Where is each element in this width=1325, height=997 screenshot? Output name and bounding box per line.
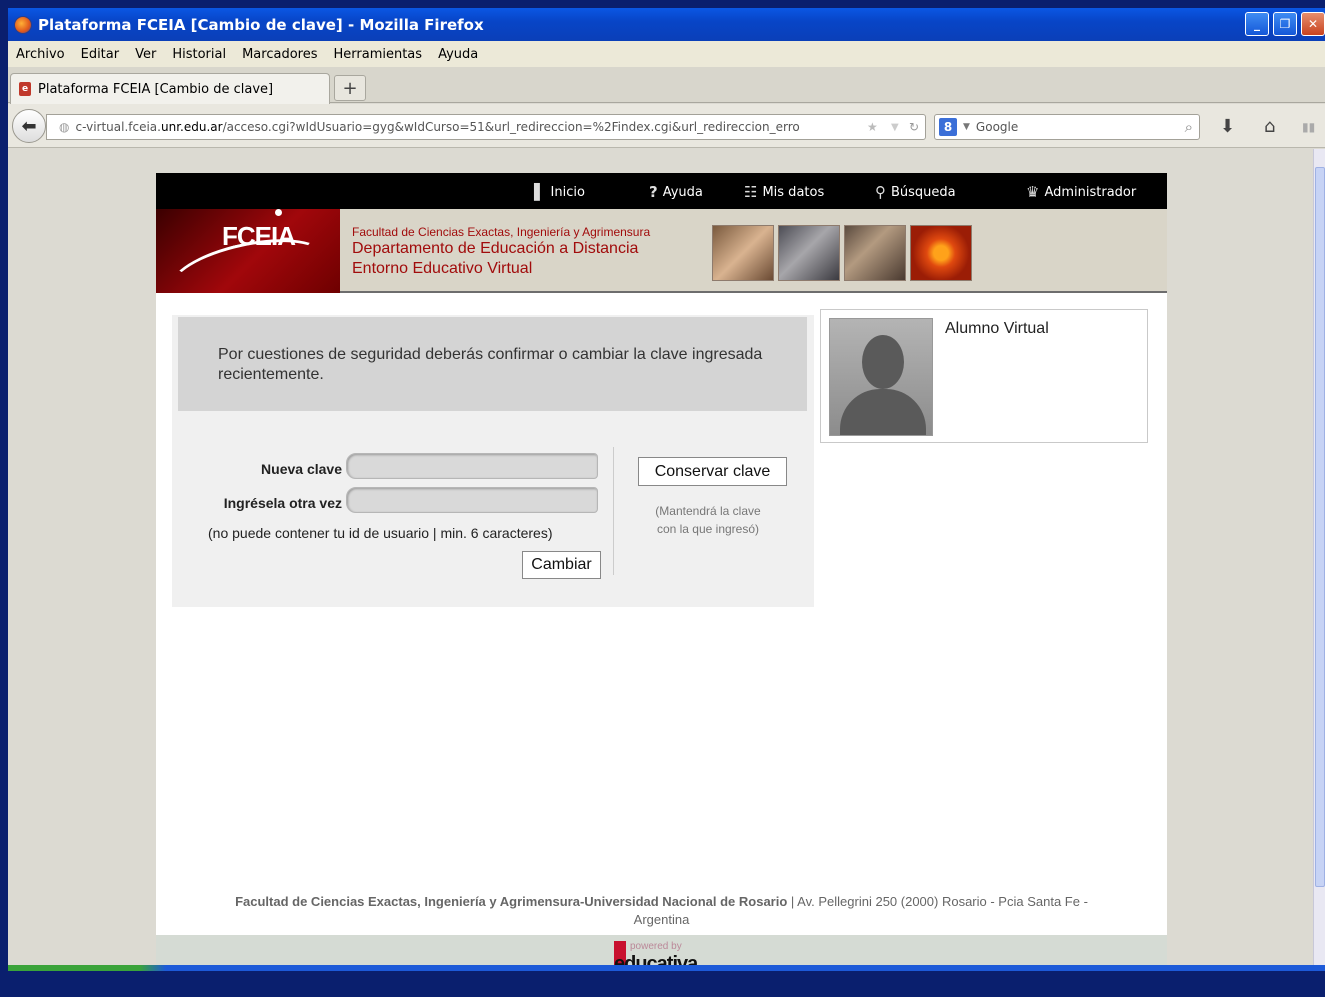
nav-ayuda[interactable]: ? Ayuda [649,183,703,201]
vertical-divider [613,447,614,575]
footer-institution: Facultad de Ciencias Exactas, Ingeniería… [235,894,788,909]
menu-marcadores[interactable]: Marcadores [242,47,317,62]
banner-photo-3 [844,225,906,281]
site-top-nav: ▌ Inicio ? Ayuda ☷ Mis datos ⚲ Búsqueda ♛ Adm… [156,173,1167,209]
dropdown-arrow-icon[interactable]: ▼ [891,122,899,133]
url-prefix: c-virtual.fceia. [75,120,161,134]
nav-ayuda-label: Ayuda [662,184,703,200]
nav-mis-datos-label: Mis datos [762,184,825,200]
fceia-logo[interactable]: FCEIA [156,209,340,293]
search-bar[interactable]: 8 ▼ Google ⌕ [934,114,1200,140]
google-engine-icon[interactable]: 8 [939,118,957,136]
new-password-label: Nueva clave [261,461,342,477]
banner-text: Facultad de Ciencias Exactas, Ingeniería… [352,225,650,279]
menu-archivo[interactable]: Archivo [16,47,65,62]
repeat-password-label: Ingrésela otra vez [223,495,342,511]
logo-dot [275,209,282,216]
maximize-button[interactable]: ❐ [1273,12,1297,36]
menu-editar[interactable]: Editar [81,47,120,62]
question-icon: ? [649,183,658,201]
download-icon[interactable]: ⬇ [1220,116,1235,137]
menu-ver[interactable]: Ver [135,47,156,62]
reload-icon[interactable]: ↻ [909,120,919,134]
site-footer: Facultad de Ciencias Exactas, Ingeniería… [156,893,1167,929]
vertical-scrollbar[interactable] [1313,149,1325,968]
password-hint: (no puede contener tu id de usuario | mi… [208,525,553,541]
avatar-head [862,335,904,389]
menu-bar: Archivo Editar Ver Historial Marcadores … [8,41,1325,67]
keep-note-line-1: (Mantendrá la clave [655,504,761,518]
bookmark-star-icon[interactable]: ★ [867,120,878,134]
footer-country: Argentina [633,912,690,927]
url-path: /acceso.cgi?wIdUsuario=gyg&wIdCurso=51&u… [222,120,800,134]
wand-icon: ⚲ [875,183,886,201]
avatar-body [840,389,926,435]
site-banner: FCEIA Facultad de Ciencias Exactas, Inge… [156,209,1167,293]
home-icon[interactable]: ⌂ [1264,116,1275,137]
banner-line-2: Departamento de Educación a Distancia [352,240,639,257]
change-button[interactable]: Cambiar [522,551,601,579]
navigation-bar: ⬅ ◍ c-virtual.fceia. unr.edu.ar /acceso.… [8,104,1325,148]
user-profile-card: Alumno Virtual [820,309,1148,443]
site-identity-icon[interactable]: ◍ [59,120,69,134]
firefox-icon [14,15,32,34]
banner-photo-1 [712,225,774,281]
search-icon[interactable]: ⌕ [1185,118,1193,136]
avatar[interactable] [829,318,933,436]
nav-inicio[interactable]: ▌ Inicio [534,183,585,201]
site-page: ▌ Inicio ? Ayuda ☷ Mis datos ⚲ Búsqueda ♛ Adm… [156,173,1167,968]
nav-administrador-label: Administrador [1044,184,1137,200]
security-notice: Por cuestiones de seguridad deberás conf… [178,317,807,411]
keep-password-button[interactable]: Conservar clave [638,457,787,486]
new-tab-button[interactable]: + [334,75,366,101]
tower-icon: ▌ [534,183,546,201]
nav-busqueda[interactable]: ⚲ Búsqueda [875,183,956,201]
banner-line-3: Entorno Educativo Virtual [352,260,533,277]
profile-name: Alumno Virtual [945,320,1049,337]
nav-mis-datos[interactable]: ☷ Mis datos [744,183,824,201]
url-domain: unr.edu.ar [160,120,223,134]
taskbar-edge [8,965,1325,971]
window-title: Plataforma FCEIA [Cambio de clave] - Moz… [38,15,484,34]
banner-photo-2 [778,225,840,281]
powered-by-bar: powered by educativa [156,935,1167,968]
nav-inicio-label: Inicio [550,184,585,200]
close-button[interactable]: ✕ [1301,12,1325,36]
educativa-logo[interactable]: powered by educativa [614,939,714,968]
menu-herramientas[interactable]: Herramientas [334,47,423,62]
powered-by-label: powered by [630,941,682,952]
data-icon: ☷ [744,183,758,201]
site-favicon: e [19,82,31,96]
title-bar: Plataforma FCEIA [Cambio de clave] - Moz… [8,8,1325,41]
search-engine-label: Google [975,120,1019,134]
page-viewport: ▌ Inicio ? Ayuda ☷ Mis datos ⚲ Búsqueda ♛ Adm… [8,149,1313,968]
scrollbar-thumb[interactable] [1315,167,1325,887]
back-button[interactable]: ⬅ [12,109,46,143]
repeat-password-input[interactable] [346,487,598,513]
banner-line-1: Facultad de Ciencias Exactas, Ingeniería… [352,225,651,239]
minimize-button[interactable]: _ [1245,12,1269,36]
menu-ayuda[interactable]: Ayuda [438,47,478,62]
tab-bar: e Plataforma FCEIA [Cambio de clave] + [8,67,1325,104]
tab-active[interactable]: e Plataforma FCEIA [Cambio de clave] [10,73,330,104]
menu-historial[interactable]: Historial [172,47,226,62]
footer-address: | Av. Pellegrini 250 (2000) Rosario - Pc… [787,894,1088,909]
admin-icon: ♛ [1026,183,1040,201]
browser-window: Plataforma FCEIA [Cambio de clave] - Moz… [8,8,1325,968]
banner-photo-4 [910,225,972,281]
tab-title: Plataforma FCEIA [Cambio de clave] [38,81,274,97]
new-password-input[interactable] [346,453,598,479]
nav-administrador[interactable]: ♛ Administrador [1026,183,1136,201]
password-change-panel: Por cuestiones de seguridad deberás conf… [172,315,814,607]
url-bar[interactable]: ◍ c-virtual.fceia. unr.edu.ar /acceso.cg… [46,114,926,140]
nav-busqueda-label: Búsqueda [891,184,956,200]
signal-icon: ▮▮ [1302,120,1316,134]
engine-dropdown-icon[interactable]: ▼ [963,122,970,132]
keep-note-line-2: con la que ingresó) [656,522,760,536]
